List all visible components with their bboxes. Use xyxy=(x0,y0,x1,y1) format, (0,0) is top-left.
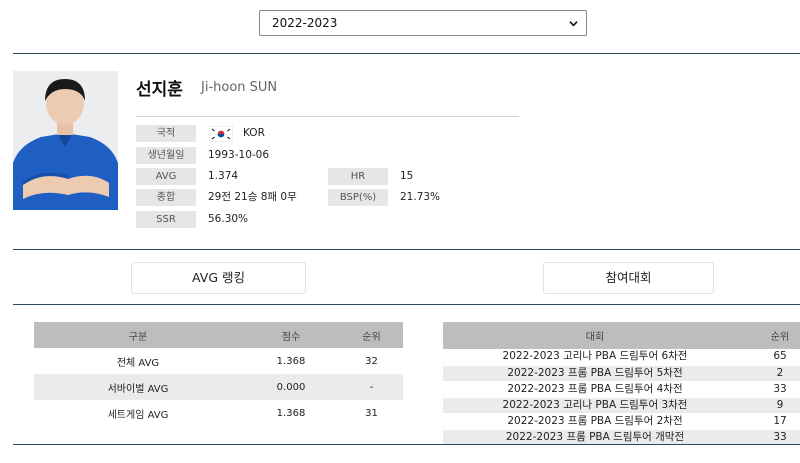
table-cell: 전체 AVG xyxy=(116,357,160,369)
divider-bottom xyxy=(13,444,800,445)
player-name-korean: 선지훈 xyxy=(136,80,183,100)
table-cell: 세트게임 AVG xyxy=(107,409,169,421)
avg-ranking-tab[interactable]: AVG 랭킹 xyxy=(131,262,306,294)
table-row[interactable]: 2022-2023 프롬 PBA 드림투어 4차전 33 xyxy=(443,381,800,398)
table-row[interactable]: 2022-2023 고리나 PBA 드림투어 3차전 9 xyxy=(443,397,800,414)
player-photo xyxy=(13,71,118,210)
table-row[interactable]: 2022-2023 프롬 PBA 드림투어 5차전 2 xyxy=(443,365,800,382)
table-row[interactable]: 2022-2023 고리나 PBA 드림투어 6차전 65 xyxy=(443,349,800,366)
hr-value: 15 xyxy=(400,170,414,182)
competition-rank: 33 xyxy=(747,381,800,398)
table-cell: 0.000 xyxy=(242,374,340,400)
bsp-label: BSP(%) xyxy=(328,189,388,206)
table-row[interactable]: 2022-2023 프롬 PBA 드림투어 개막전 33 xyxy=(443,429,800,446)
competition-name[interactable]: 2022-2023 프롬 PBA 드림투어 2차전 xyxy=(443,413,747,430)
chevron-down-icon xyxy=(569,21,578,27)
table-row: 서바이벌 AVG 0.000 - xyxy=(34,374,403,400)
avg-ranking-table: 구분 점수 순위 전체 AVG 1.368 32 서바이벌 AVG 0.000 … xyxy=(34,322,403,426)
table-row: 전체 AVG 1.368 32 xyxy=(34,348,403,374)
name-divider xyxy=(136,116,519,117)
ssr-label: SSR xyxy=(136,211,196,228)
ssr-value: 56.30% xyxy=(208,213,249,225)
column-header-score: 점수 xyxy=(242,322,340,348)
divider-top xyxy=(13,53,800,54)
competitions-table: 대회 순위 2022-2023 고리나 PBA 드림투어 6차전 65 2022… xyxy=(443,322,800,446)
hr-label: HR xyxy=(328,168,388,185)
competition-name[interactable]: 2022-2023 프롬 PBA 드림투어 개막전 xyxy=(443,429,747,446)
table-cell: 32 xyxy=(365,355,378,367)
table-cell: - xyxy=(340,374,403,400)
divider-section xyxy=(13,304,800,305)
competition-rank: 33 xyxy=(747,429,800,446)
competition-name[interactable]: 2022-2023 고리나 PBA 드림투어 3차전 xyxy=(443,397,747,414)
table-row: 세트게임 AVG 1.368 31 xyxy=(34,400,403,426)
competition-name[interactable]: 2022-2023 프롬 PBA 드림투어 5차전 xyxy=(443,365,747,382)
table-cell: 31 xyxy=(365,407,378,419)
season-select[interactable]: 2022-2023 xyxy=(259,10,587,36)
column-header-competition: 대회 xyxy=(443,322,747,349)
column-header-rank: 순위 xyxy=(340,322,403,348)
korea-flag-icon xyxy=(209,126,233,142)
divider-middle xyxy=(13,249,800,250)
competition-name[interactable]: 2022-2023 고리나 PBA 드림투어 6차전 xyxy=(443,349,747,366)
column-header-rank: 순위 xyxy=(747,322,800,349)
table-row[interactable]: 2022-2023 프롬 PBA 드림투어 2차전 17 xyxy=(443,413,800,430)
bsp-value: 21.73% xyxy=(400,191,441,203)
avg-value: 1.374 xyxy=(208,170,239,182)
birth-label: 생년월일 xyxy=(136,147,196,164)
season-select-value: 2022-2023 xyxy=(272,16,338,30)
total-record-label: 종합 xyxy=(136,189,196,206)
player-name-english: Ji-hoon SUN xyxy=(201,80,278,95)
avg-label: AVG xyxy=(136,168,196,185)
column-header-category: 구분 xyxy=(34,322,242,348)
nationality-label: 국적 xyxy=(136,125,196,142)
table-cell: 1.368 xyxy=(276,407,306,419)
competition-rank: 65 xyxy=(747,349,800,366)
table-cell: 1.368 xyxy=(276,355,306,367)
table-cell: 서바이벌 AVG xyxy=(34,374,242,400)
birth-value: 1993-10-06 xyxy=(208,149,270,161)
competition-rank: 17 xyxy=(747,413,800,430)
competition-rank: 9 xyxy=(747,397,800,414)
competitions-tab[interactable]: 참여대회 xyxy=(543,262,714,294)
nationality-value: KOR xyxy=(243,127,265,139)
competition-name[interactable]: 2022-2023 프롬 PBA 드림투어 4차전 xyxy=(443,381,747,398)
total-record-value: 29전 21승 8패 0무 xyxy=(208,191,297,203)
competition-rank: 2 xyxy=(747,365,800,382)
table-header-row: 구분 점수 순위 xyxy=(34,322,403,348)
table-header-row: 대회 순위 xyxy=(443,322,800,349)
